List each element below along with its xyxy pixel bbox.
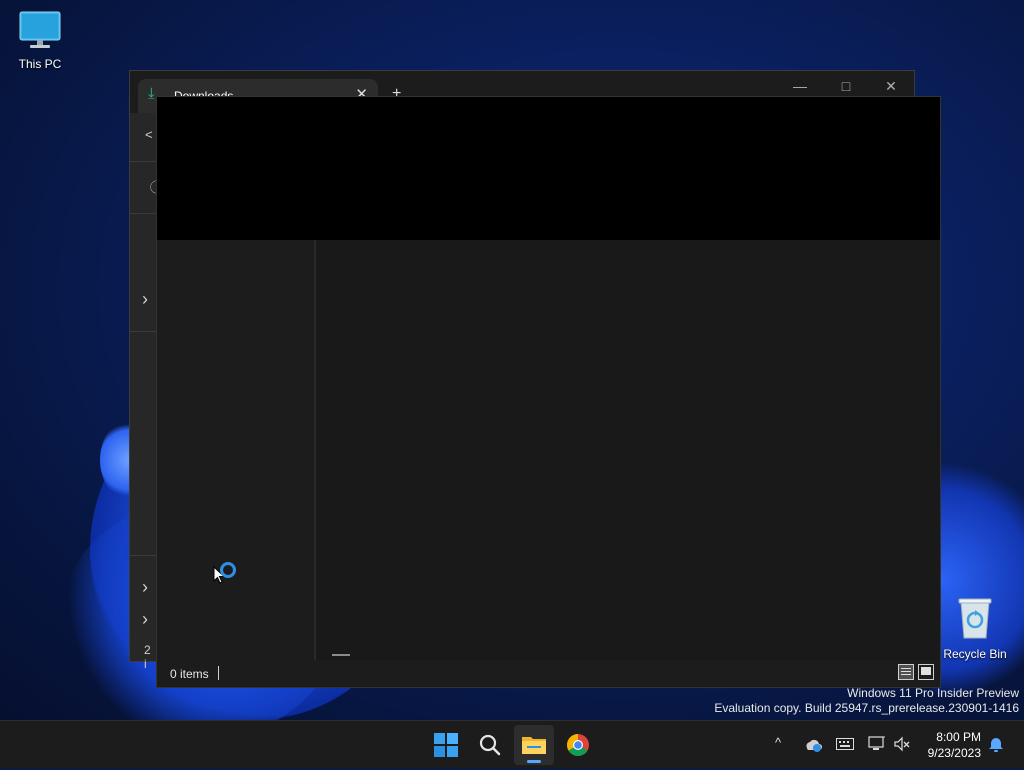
download-icon: ⤓ (148, 85, 155, 102)
evaluation-watermark: Windows 11 Pro Insider Preview Evaluatio… (714, 686, 1019, 716)
chevron-right-icon[interactable]: › (142, 577, 148, 598)
chrome-icon (567, 734, 589, 756)
clock-time: 8:00 PM (936, 730, 981, 744)
file-explorer-taskbar-button[interactable] (514, 725, 554, 765)
file-list-pane[interactable] (316, 240, 940, 660)
notification-bell-icon[interactable] (987, 736, 1005, 754)
search-button[interactable] (470, 725, 510, 765)
divider (130, 161, 156, 162)
tray-overflow-chevron[interactable]: ^ (775, 735, 781, 750)
active-app-indicator (527, 760, 541, 763)
system-clock[interactable]: 8:00 PM 9/23/2023 (928, 729, 981, 761)
monitor-icon (19, 11, 61, 48)
status-separator (218, 666, 219, 680)
file-explorer-window-loading[interactable]: 0 items (156, 96, 941, 688)
keyboard-icon[interactable] (836, 738, 854, 750)
recycle-bin-icon (958, 598, 992, 639)
onedrive-icon[interactable] (803, 736, 823, 754)
back-arrow-icon[interactable]: < (145, 127, 153, 142)
watermark-line-2: Evaluation copy. Build 25947.rs_prerelea… (714, 701, 1019, 715)
chevron-right-icon[interactable]: › (142, 289, 148, 310)
window-header-unrendered (157, 97, 940, 240)
divider (130, 331, 156, 332)
start-button[interactable] (426, 725, 466, 765)
horizontal-scrollbar[interactable] (332, 654, 350, 656)
status-bar: 0 items (157, 660, 940, 687)
file-explorer-icon (522, 737, 546, 754)
desktop-icon-this-pc[interactable]: This PC (0, 10, 80, 71)
desktop: This PC Recycle Bin ⤓ Downloads ✕ + — □ … (0, 0, 1024, 720)
divider (130, 213, 156, 214)
taskbar: ^ 8:00 PM 9/23/2023 (0, 720, 1024, 768)
volume-muted-icon[interactable] (893, 736, 911, 752)
desktop-icon-label: Recycle Bin (943, 647, 1007, 661)
clock-date: 9/23/2023 (927, 746, 981, 760)
divider (130, 555, 156, 556)
minimize-icon[interactable]: — (778, 75, 822, 97)
navigation-pane[interactable] (157, 240, 315, 660)
network-icon[interactable] (868, 736, 886, 752)
windows-start-icon (434, 733, 458, 757)
watermark-line-1: Windows 11 Pro Insider Preview (847, 686, 1019, 700)
status-item-count-partial: 2 i (144, 643, 151, 671)
loading-spinner-icon (220, 562, 236, 578)
desktop-icon-label: This PC (18, 57, 62, 71)
search-icon (479, 734, 501, 756)
status-item-count: 0 items (170, 667, 209, 681)
chevron-right-icon[interactable]: › (142, 609, 148, 630)
desktop-icon-recycle-bin[interactable]: Recycle Bin (935, 596, 1015, 661)
details-view-icon[interactable] (898, 664, 914, 680)
maximize-icon[interactable]: □ (824, 75, 868, 97)
chrome-taskbar-button[interactable] (558, 725, 598, 765)
close-icon[interactable]: ✕ (869, 75, 913, 97)
window-left-rail: < ⓘ › › › 2 i (130, 113, 163, 671)
tiles-view-icon[interactable] (918, 664, 934, 680)
